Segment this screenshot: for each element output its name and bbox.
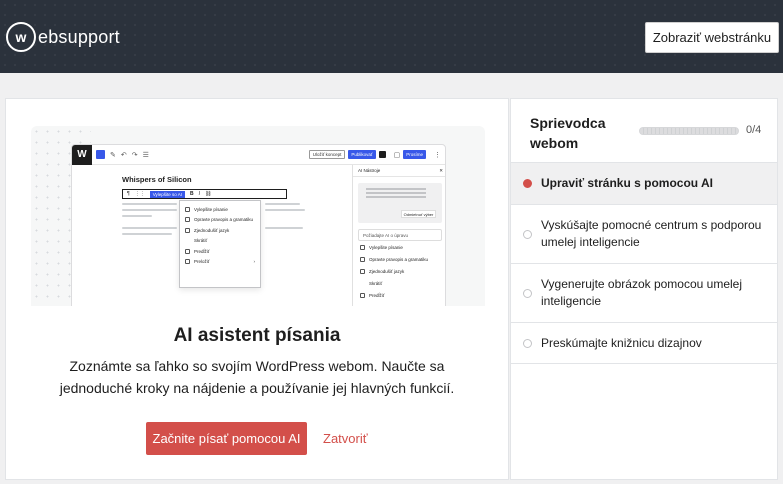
- redo-icon: ↷: [131, 151, 138, 159]
- panel-item: Opravte pravopis a gramatiku: [353, 253, 445, 265]
- step-status-dot: [523, 179, 532, 188]
- post-title: Whispers of Silicon: [122, 175, 192, 184]
- close-icon: ✕: [439, 167, 443, 173]
- ai-suggestion-box: Odmietnuť výber: [358, 183, 442, 223]
- ai-tools-icon: [378, 151, 386, 158]
- popup-item: Vylepšite písanie: [180, 204, 260, 215]
- guide-step-generate-image[interactable]: Vygenerujte obrázok pomocou umelej intel…: [511, 263, 777, 322]
- panel-item: Zjednodušiť jazyk: [353, 265, 445, 277]
- spellcheck-icon: [185, 217, 190, 223]
- guide-step-edit-page-ai[interactable]: Upraviť stránku s pomocou AI: [511, 162, 777, 204]
- guide-progress-text: 0/4: [746, 124, 762, 136]
- step-label: Vyskúšajte pomocné centrum s podporou um…: [541, 218, 762, 249]
- undo-icon: ↶: [120, 151, 127, 159]
- improve-icon: [360, 244, 365, 250]
- pencil-icon: ✎: [110, 151, 116, 159]
- panel-item: Skrátiť: [369, 280, 383, 286]
- popup-item: Preložiť ›: [180, 257, 260, 268]
- card-title: AI asistent písania: [173, 325, 341, 346]
- site-guide-panel: Sprievodca webom 0/4 Upraviť stránku s p…: [510, 98, 778, 480]
- ai-tools-panel-title: AI Nástroje ✕: [353, 165, 445, 177]
- ai-prompt-input: Požiadajte AI o úpravu: [358, 229, 442, 241]
- panel-item: Predĺžiť: [353, 289, 445, 301]
- paragraph-icon: ¶: [127, 191, 130, 197]
- text-line: [265, 227, 303, 229]
- card-description: Zoznámte sa ľahko so svojím WordPress we…: [59, 358, 455, 396]
- simplify-icon: [360, 268, 365, 274]
- translate-icon: [185, 259, 190, 265]
- publish-chip: Publikovať: [348, 150, 376, 159]
- text-line: [265, 209, 305, 211]
- list-view-icon: ☰: [142, 151, 149, 159]
- step-label: Preskúmajte knižnicu dizajnov: [541, 335, 702, 350]
- guide-step-design-library[interactable]: Preskúmajte knižnicu dizajnov: [511, 322, 777, 364]
- view-website-button[interactable]: Zobraziť webstránku: [645, 22, 779, 53]
- spellcheck-icon: [360, 256, 365, 262]
- ai-improve-chip: Vylepšite so AI: [149, 190, 186, 198]
- text-line: [122, 233, 172, 235]
- italic-icon: I: [198, 191, 201, 197]
- sidebar-icon: ▢: [393, 151, 401, 159]
- logo-text: ebsupport: [38, 26, 120, 47]
- step-status-dot: [523, 288, 532, 298]
- step-status-dot: [523, 338, 532, 348]
- more-icon: ⋮: [434, 151, 441, 159]
- guide-progress-bar: [639, 127, 739, 135]
- prosime-chip: Prosíme: [403, 150, 426, 159]
- popup-item: Predĺžiť: [180, 246, 260, 257]
- editor-toolbar: W ✎ ↶ ↷ ☰ Uložiť koncept Publikovať ▢ Pr…: [72, 145, 445, 165]
- improve-icon: [185, 206, 190, 212]
- text-line: [122, 203, 177, 205]
- popup-item: Opravte pravopis a gramatiku: [180, 215, 260, 226]
- wordpress-icon: W: [72, 145, 92, 165]
- suggestion-text: [366, 188, 426, 190]
- step-status-dot: [523, 229, 532, 239]
- panel-item: Vylepšite písanie: [353, 241, 445, 253]
- expand-icon: [360, 292, 365, 298]
- text-line: [122, 227, 177, 229]
- link-icon: ⛓: [205, 191, 212, 197]
- ai-menu-popup: Vylepšite písanie Opravte pravopis a gra…: [179, 200, 261, 288]
- guide-title: Sprievodca webom: [530, 115, 606, 151]
- editor-mockup: W ✎ ↶ ↷ ☰ Uložiť koncept Publikovať ▢ Pr…: [71, 144, 446, 306]
- chevron-right-icon: ›: [253, 259, 256, 265]
- save-draft-chip: Uložiť koncept: [308, 150, 346, 159]
- onboarding-card: W ✎ ↶ ↷ ☰ Uložiť koncept Publikovať ▢ Pr…: [5, 98, 509, 480]
- block-toolbar: ¶ ⋮⋮ Vylepšite so AI B I ⛓: [122, 189, 287, 199]
- expand-icon: [185, 248, 190, 254]
- text-line: [122, 209, 177, 211]
- websupport-logo[interactable]: w ebsupport: [6, 21, 120, 53]
- drag-icon: ⋮⋮: [134, 191, 145, 197]
- simplify-icon: [185, 227, 190, 233]
- guide-steps: Upraviť stránku s pomocou AI Vyskúšajte …: [511, 162, 777, 364]
- add-block-icon: [96, 150, 105, 159]
- ai-tools-panel: AI Nástroje ✕ Odmietnuť výber Požiadajte …: [352, 165, 445, 306]
- bold-icon: B: [190, 191, 194, 197]
- guide-step-help-center-ai[interactable]: Vyskúšajte pomocné centrum s podporou um…: [511, 204, 777, 263]
- top-bar: w ebsupport Zobraziť webstránku: [0, 0, 783, 73]
- text-line: [122, 215, 152, 217]
- popup-item: Skrátiť: [194, 238, 208, 244]
- editor-preview-image: W ✎ ↶ ↷ ☰ Uložiť koncept Publikovať ▢ Pr…: [31, 126, 485, 306]
- dismiss-button: Odmietnuť výber: [401, 210, 436, 218]
- step-label: Vygenerujte obrázok pomocou umelej intel…: [541, 277, 743, 308]
- step-label: Upraviť stránku s pomocou AI: [541, 176, 714, 190]
- text-line: [265, 203, 300, 205]
- start-writing-ai-button[interactable]: Začnite písať pomocou AI: [146, 422, 307, 455]
- close-link[interactable]: Zatvoriť: [323, 431, 368, 446]
- popup-item: Zjednodušiť jazyk: [180, 225, 260, 236]
